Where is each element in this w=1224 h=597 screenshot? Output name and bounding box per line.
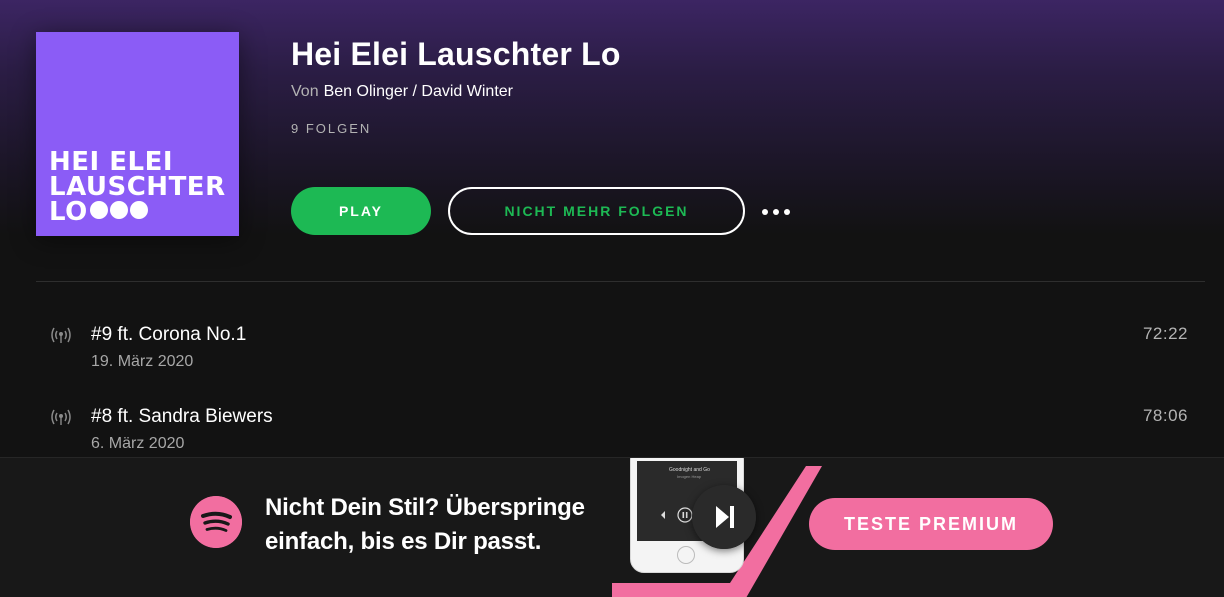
- cover-text-line-3: LO: [49, 199, 148, 225]
- skip-next-icon: [692, 485, 756, 549]
- byline-prefix: Von: [291, 83, 319, 100]
- more-options-button[interactable]: [757, 200, 795, 224]
- podcast-authors[interactable]: Ben Olinger / David Winter: [324, 83, 513, 100]
- podcast-byline: Von Ben Olinger / David Winter: [291, 83, 513, 101]
- podcast-title: Hei Elei Lauschter Lo: [291, 36, 621, 72]
- episode-row[interactable]: #9 ft. Corona No.1 19. März 2020 72:22: [36, 316, 1205, 386]
- podcast-cover-art: HEI ELEI LAUSCHTER LO: [36, 32, 239, 236]
- episode-title: #9 ft. Corona No.1: [91, 324, 247, 345]
- cover-dots-decoration: [89, 200, 148, 219]
- episode-date: 19. März 2020: [91, 353, 194, 370]
- episode-date: 6. März 2020: [91, 435, 185, 452]
- episode-duration: 72:22: [1142, 324, 1188, 343]
- ellipsis-icon: [762, 209, 768, 215]
- phone-song-title: Goodnight and Go: [669, 467, 710, 473]
- ellipsis-icon: [784, 209, 790, 215]
- unfollow-button[interactable]: NICHT MEHR FOLGEN: [448, 187, 745, 235]
- header-divider: [36, 281, 1205, 282]
- podcast-broadcast-icon: [51, 409, 71, 425]
- try-premium-button[interactable]: TESTE PREMIUM: [809, 498, 1053, 550]
- banner-headline-line-1: Nicht Dein Stil? Überspringe: [265, 494, 585, 521]
- episode-duration: 78:06: [1142, 406, 1188, 425]
- episode-count: 9 FOLGEN: [291, 121, 372, 136]
- phone-home-button: [677, 546, 695, 564]
- episode-title: #8 ft. Sandra Biewers: [91, 406, 273, 427]
- spotify-icon: [190, 496, 242, 548]
- phone-song-artist: Imogen Heap: [677, 474, 702, 479]
- cover-text-lo: LO: [49, 197, 88, 227]
- podcast-broadcast-icon: [51, 327, 71, 343]
- premium-ad-banner: Nicht Dein Stil? Überspringe einfach, bi…: [0, 457, 1224, 597]
- ellipsis-icon: [773, 209, 779, 215]
- play-button[interactable]: PLAY: [291, 187, 431, 235]
- podcast-page: HEI ELEI LAUSCHTER LO Hei Elei Lauschter…: [0, 0, 1224, 597]
- banner-headline-line-2: einfach, bis es Dir passt.: [265, 528, 542, 555]
